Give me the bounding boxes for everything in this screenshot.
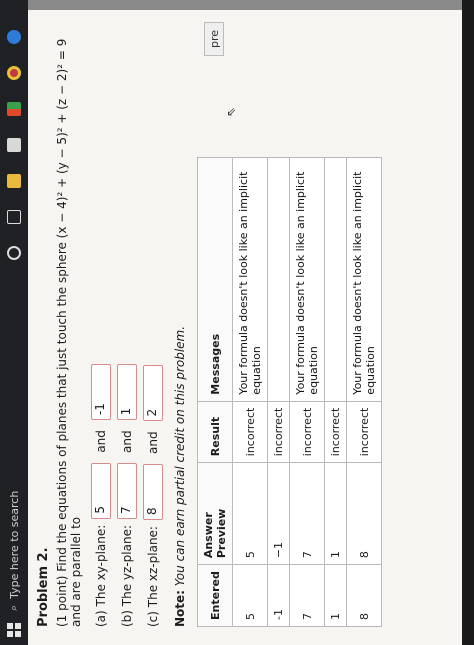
taskbar-icons — [7, 30, 21, 260]
cell-preview: 7 — [289, 462, 325, 565]
cell-entered: 7 — [289, 564, 325, 627]
cell-result: incorrect — [267, 401, 290, 463]
cell-result: incorrect — [346, 401, 382, 463]
header-messages: Messages — [197, 157, 233, 402]
problem-title: Problem 2. — [36, 547, 51, 627]
taskbar: ⌕ Type here to search — [0, 0, 28, 645]
file-explorer-icon[interactable] — [7, 174, 21, 188]
part-b-label: (b) The yz-plane: — [120, 525, 134, 627]
part-a-label: (a) The xy-plane: — [94, 524, 108, 627]
part-a-row: (a) The xy-plane: 5 and -1 — [91, 27, 111, 627]
chrome-icon[interactable] — [7, 66, 21, 80]
cell-message — [324, 157, 347, 402]
cell-entered: 1 — [324, 564, 347, 627]
cell-entered: -1 — [267, 564, 290, 627]
part-a-and: and — [94, 430, 108, 453]
results-header-row: Entered Answer Preview Result Messages — [197, 157, 233, 627]
header-answer-preview: Answer Preview — [197, 462, 233, 565]
store-icon[interactable] — [7, 102, 21, 116]
part-c-answer-2[interactable]: 2 — [143, 365, 163, 422]
webwork-page: Problem 2. (1 point) Find the equations … — [28, 0, 462, 645]
cell-message — [267, 157, 290, 402]
header-entered: Entered — [197, 564, 233, 627]
part-c-label: (c) The xz-plane: — [146, 526, 160, 627]
edge-icon[interactable] — [7, 30, 21, 44]
taskbar-search[interactable]: ⌕ Type here to search — [7, 441, 21, 611]
problem-content: Problem 2. (1 point) Find the equations … — [36, 27, 382, 627]
note-text: You can earn partial credit on this prob… — [173, 325, 187, 587]
cell-message: Your formula doesn't look like an implic… — [289, 157, 325, 402]
part-b-answer-1[interactable]: 7 — [117, 463, 137, 519]
part-c-and: and — [146, 431, 160, 455]
cell-preview: 8 — [346, 462, 382, 565]
table-row: -1 −1 incorrect — [267, 157, 290, 627]
search-placeholder: Type here to search — [7, 490, 21, 599]
scrollbar[interactable] — [28, 0, 462, 10]
table-row: 7 7 incorrect Your formula doesn't look … — [289, 157, 325, 627]
cell-message: Your formula doesn't look like an implic… — [346, 157, 382, 402]
windows-start-icon[interactable] — [7, 623, 21, 637]
cell-result: incorrect — [232, 401, 268, 463]
cell-preview: −1 — [267, 462, 290, 565]
partial-credit-note: Note: You can earn partial credit on thi… — [173, 27, 187, 627]
part-a-answer-2[interactable]: -1 — [91, 364, 111, 421]
cell-result: incorrect — [289, 401, 325, 463]
results-table: Entered Answer Preview Result Messages 5… — [197, 157, 382, 627]
cell-message: Your formula doesn't look like an implic… — [232, 157, 268, 402]
cell-preview: 1 — [324, 462, 347, 565]
part-c-row: (c) The xz-plane: 8 and 2 — [143, 27, 163, 627]
part-b-row: (b) The yz-plane: 7 and 1 — [117, 27, 137, 627]
cortana-icon[interactable] — [7, 246, 21, 260]
table-row: 5 5 incorrect Your formula doesn't look … — [232, 157, 268, 627]
header-result: Result — [197, 401, 233, 463]
table-row: 1 1 incorrect — [324, 157, 347, 627]
task-view-icon[interactable] — [7, 210, 21, 224]
rotated-screen: ⌕ Type here to search Problem 2. (1 poin… — [0, 0, 474, 645]
cell-preview: 5 — [232, 462, 268, 565]
cell-entered: 5 — [232, 564, 268, 627]
cell-result: incorrect — [324, 401, 347, 463]
note-label: Note: — [173, 590, 187, 627]
table-row: 8 8 incorrect Your formula doesn't look … — [346, 157, 382, 627]
problem-prompt: (1 point) Find the equations of planes t… — [55, 38, 83, 627]
cell-entered: 8 — [346, 564, 382, 627]
part-b-answer-2[interactable]: 1 — [117, 364, 137, 421]
mouse-cursor-icon: ⇖ — [224, 106, 238, 117]
part-b-and: and — [120, 430, 134, 453]
part-c-answer-1[interactable]: 8 — [143, 464, 163, 521]
search-icon: ⌕ — [7, 604, 20, 611]
mail-icon[interactable] — [7, 138, 21, 152]
preview-button[interactable]: pre — [204, 22, 224, 56]
part-a-answer-1[interactable]: 5 — [91, 462, 111, 519]
